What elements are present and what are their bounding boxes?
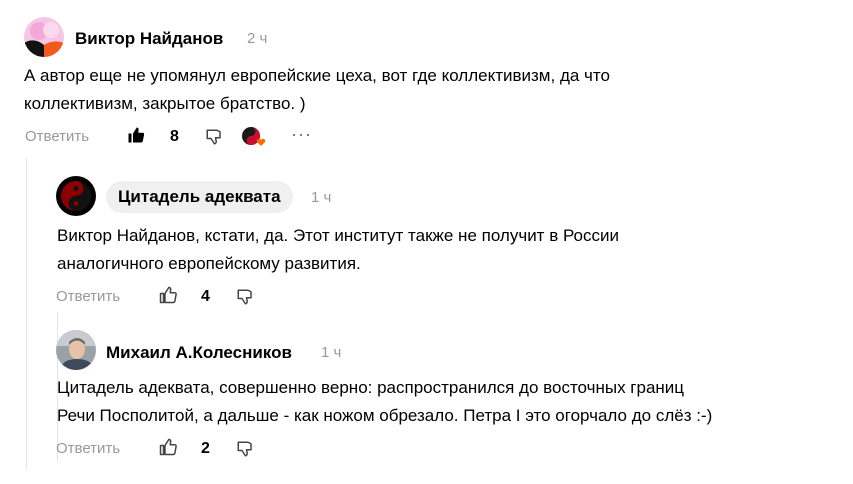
avatar[interactable]	[56, 176, 96, 216]
comment-text-line: Цитадель адеквата, совершенно верно: рас…	[57, 378, 685, 397]
avatar[interactable]	[24, 17, 64, 57]
comment-time: 1 ч	[321, 344, 342, 361]
dislike-button[interactable]	[236, 288, 254, 306]
like-count: 8	[170, 128, 179, 145]
comment-text: Виктор Найданов, кстати, да. Этот инстит…	[57, 222, 619, 278]
comment-text-line: Речи Посполитой, а дальше - как ножом об…	[57, 406, 713, 425]
heart-reaction-icon	[241, 126, 267, 148]
comment-text: А автор еще не упомянул европейские цеха…	[24, 62, 610, 118]
like-button[interactable]	[127, 126, 145, 144]
thumbs-down-icon	[236, 440, 254, 458]
avatar[interactable]	[56, 330, 96, 370]
comment-time: 2 ч	[247, 30, 268, 47]
comment-text: Цитадель адеквата, совершенно верно: рас…	[57, 374, 712, 430]
author-name[interactable]: Виктор Найданов	[75, 29, 223, 49]
dislike-button[interactable]	[236, 440, 254, 458]
thumbs-down-icon	[236, 288, 254, 306]
comment-text-line: А автор еще не упомянул европейские цеха…	[24, 66, 610, 85]
author-name[interactable]: Цитадель адеквата	[118, 187, 281, 206]
like-button[interactable]	[159, 438, 177, 456]
reaction-badge[interactable]	[241, 126, 267, 148]
comment-time: 1 ч	[311, 189, 332, 206]
comment-text-line: аналогичного европейскому развития.	[57, 254, 361, 273]
like-button[interactable]	[159, 286, 177, 304]
like-count: 2	[201, 440, 210, 457]
comment-text-line: коллективизм, закрытое братство. )	[24, 94, 306, 113]
dislike-button[interactable]	[205, 128, 223, 146]
reply-button[interactable]: Ответить	[25, 128, 89, 145]
thumbs-up-icon	[159, 438, 177, 456]
thread-line-main	[26, 158, 27, 470]
more-options-button[interactable]: ···	[291, 124, 312, 145]
thumbs-up-icon	[159, 286, 177, 304]
reply-button[interactable]: Ответить	[56, 288, 120, 305]
reply-button[interactable]: Ответить	[56, 440, 120, 457]
thumbs-down-icon	[205, 128, 223, 146]
author-name[interactable]: Михаил А.Колесников	[106, 343, 292, 363]
like-count: 4	[201, 288, 210, 305]
author-chip[interactable]: Цитадель адеквата	[106, 181, 293, 213]
comment-text-line: Виктор Найданов, кстати, да. Этот инстит…	[57, 226, 619, 245]
thumbs-up-icon	[127, 126, 145, 144]
